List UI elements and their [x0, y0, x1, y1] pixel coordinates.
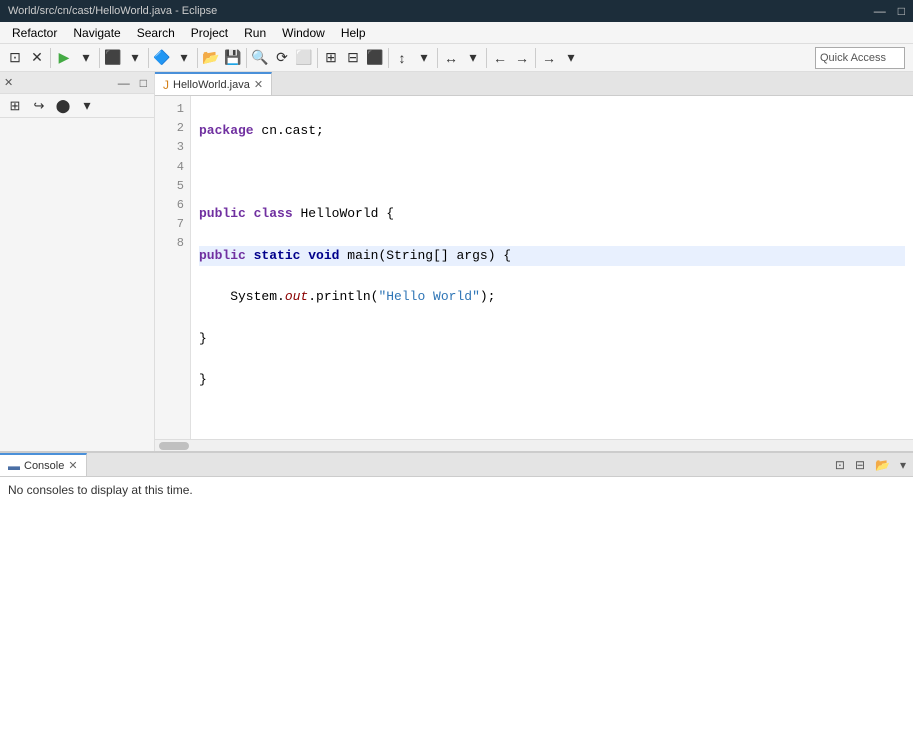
console-content: No consoles to display at this time.: [0, 477, 913, 503]
maximize-button[interactable]: □: [898, 4, 905, 18]
code-line-1: package cn.cast;: [199, 121, 905, 142]
toolbar-sep-3: [148, 48, 149, 68]
toolbar-btn-9[interactable]: 🔍: [249, 47, 271, 69]
toolbar-sep-6: [317, 48, 318, 68]
code-line-8: [199, 412, 905, 433]
quick-access-label: Quick Access: [820, 52, 886, 64]
toolbar-sep-1: [50, 48, 51, 68]
toolbar-btn-19[interactable]: →: [538, 47, 560, 69]
menu-refactor[interactable]: Refactor: [4, 22, 65, 43]
toolbar-back[interactable]: ←: [489, 47, 511, 69]
toolbar-sep-2: [99, 48, 100, 68]
left-panel-header: ✕ — □: [0, 72, 154, 94]
title-bar: World/src/cn/cast/HelloWorld.java - Ecli…: [0, 0, 913, 22]
tab-close-button[interactable]: ✕: [254, 78, 263, 91]
quick-access-input[interactable]: Quick Access: [815, 47, 905, 69]
code-line-2: [199, 162, 905, 183]
toolbar-btn-18[interactable]: ▾: [462, 47, 484, 69]
window-title: World/src/cn/cast/HelloWorld.java - Ecli…: [8, 5, 217, 17]
left-panel-maximize[interactable]: □: [137, 75, 150, 91]
toolbar-sep-7: [388, 48, 389, 68]
window-controls: — □: [874, 4, 905, 18]
editor-scrollbar[interactable]: [155, 439, 913, 451]
menu-run[interactable]: Run: [236, 22, 274, 43]
toolbar-btn-20[interactable]: ▾: [560, 47, 582, 69]
console-tab[interactable]: ▬ Console ✕: [0, 453, 87, 476]
toolbar-sep-4: [197, 48, 198, 68]
left-panel-toolbar: ⊞ ↪ ⬤ ▾: [0, 94, 154, 118]
left-toolbar-btn-2[interactable]: ↪: [28, 95, 50, 117]
console-ctrl-2[interactable]: ⊟: [852, 457, 868, 473]
minimize-button[interactable]: —: [874, 4, 886, 18]
toolbar-btn-13[interactable]: ⊟: [342, 47, 364, 69]
code-content[interactable]: package cn.cast; public class HelloWorld…: [191, 96, 913, 439]
toolbar-btn-3[interactable]: ⬛: [102, 47, 124, 69]
console-panel: ▬ Console ✕ ⊡ ⊟ 📂 ▾ No consoles to displ…: [0, 451, 913, 731]
toolbar-btn-4[interactable]: ▾: [124, 47, 146, 69]
editor-tabs: J HelloWorld.java ✕: [155, 72, 913, 96]
code-editor[interactable]: 1 2 3 4 5 6 7 8 package cn.cast; public …: [155, 96, 913, 439]
toolbar-sep-8: [437, 48, 438, 68]
toolbar-btn-2[interactable]: ✕: [26, 47, 48, 69]
left-panel-minimize[interactable]: —: [115, 75, 133, 91]
console-ctrl-3[interactable]: 📂: [872, 457, 893, 473]
left-toolbar-dropdown[interactable]: ▾: [76, 95, 98, 117]
code-line-6: }: [199, 329, 905, 350]
upper-area: ✕ — □ ⊞ ↪ ⬤ ▾ J HelloWorld.java ✕: [0, 72, 913, 451]
toolbar-btn-12[interactable]: ⊞: [320, 47, 342, 69]
code-line-4: public static void main(String[] args) {: [199, 246, 905, 267]
line-numbers: 1 2 3 4 5 6 7 8: [155, 96, 191, 439]
console-icon: ▬: [8, 459, 20, 473]
menu-project[interactable]: Project: [183, 22, 236, 43]
menu-help[interactable]: Help: [333, 22, 374, 43]
left-panel: ✕ — □ ⊞ ↪ ⬤ ▾: [0, 72, 155, 451]
toolbar-btn-17[interactable]: ↔: [440, 47, 462, 69]
main-area: ✕ — □ ⊞ ↪ ⬤ ▾ J HelloWorld.java ✕: [0, 72, 913, 731]
toolbar-btn-8[interactable]: 💾: [222, 47, 244, 69]
toolbar-btn-5[interactable]: 🔷: [151, 47, 173, 69]
menu-bar: Refactor Navigate Search Project Run Win…: [0, 22, 913, 44]
toolbar-btn-14[interactable]: ⬛: [364, 47, 386, 69]
toolbar-btn-16[interactable]: ▾: [413, 47, 435, 69]
console-tabs: ▬ Console ✕ ⊡ ⊟ 📂 ▾: [0, 453, 913, 477]
toolbar-btn-15[interactable]: ↕: [391, 47, 413, 69]
editor-tab-helloworld[interactable]: J HelloWorld.java ✕: [155, 72, 272, 95]
code-line-7: }: [199, 370, 905, 391]
toolbar-sep-10: [535, 48, 536, 68]
menu-search[interactable]: Search: [129, 22, 183, 43]
console-controls: ⊡ ⊟ 📂 ▾: [832, 457, 913, 473]
code-line-5: System.out.println("Hello World");: [199, 287, 905, 308]
toolbar-btn-7[interactable]: 📂: [200, 47, 222, 69]
toolbar-forward[interactable]: →: [511, 47, 533, 69]
menu-navigate[interactable]: Navigate: [65, 22, 128, 43]
scrollbar-thumb[interactable]: [159, 442, 189, 450]
console-ctrl-dropdown[interactable]: ▾: [897, 457, 909, 473]
no-console-message: No consoles to display at this time.: [8, 483, 193, 497]
toolbar-btn-run-dd[interactable]: ▾: [75, 47, 97, 69]
console-tab-close[interactable]: ✕: [68, 459, 77, 472]
toolbar-btn-6[interactable]: ▾: [173, 47, 195, 69]
left-toolbar-btn-1[interactable]: ⊞: [4, 95, 26, 117]
tab-filename: HelloWorld.java: [173, 79, 250, 91]
toolbar-sep-5: [246, 48, 247, 68]
left-toolbar-btn-3[interactable]: ⬤: [52, 95, 74, 117]
left-panel-close[interactable]: ✕: [4, 76, 13, 89]
toolbar: ⊡ ✕ ▶ ▾ ⬛ ▾ 🔷 ▾ 📂 💾 🔍 ⟳ ⬜ ⊞ ⊟ ⬛ ↕ ▾ ↔ ▾ …: [0, 44, 913, 72]
editor-area: J HelloWorld.java ✕ 1 2 3 4 5 6 7 8 pack…: [155, 72, 913, 451]
left-panel-controls: — □: [115, 75, 150, 91]
toolbar-group-1: ⊡ ✕ ▶ ▾ ⬛ ▾ 🔷 ▾ 📂 💾 🔍 ⟳ ⬜ ⊞ ⊟ ⬛ ↕ ▾ ↔ ▾ …: [4, 47, 582, 69]
toolbar-btn-11[interactable]: ⬜: [293, 47, 315, 69]
console-tab-label: Console: [24, 460, 64, 472]
java-file-icon: J: [163, 78, 169, 92]
console-ctrl-1[interactable]: ⊡: [832, 457, 848, 473]
console-tab-left: ▬ Console ✕: [0, 453, 87, 476]
toolbar-sep-9: [486, 48, 487, 68]
toolbar-btn-1[interactable]: ⊡: [4, 47, 26, 69]
menu-window[interactable]: Window: [274, 22, 333, 43]
code-line-3: public class HelloWorld {: [199, 204, 905, 225]
toolbar-btn-run[interactable]: ▶: [53, 47, 75, 69]
toolbar-btn-10[interactable]: ⟳: [271, 47, 293, 69]
